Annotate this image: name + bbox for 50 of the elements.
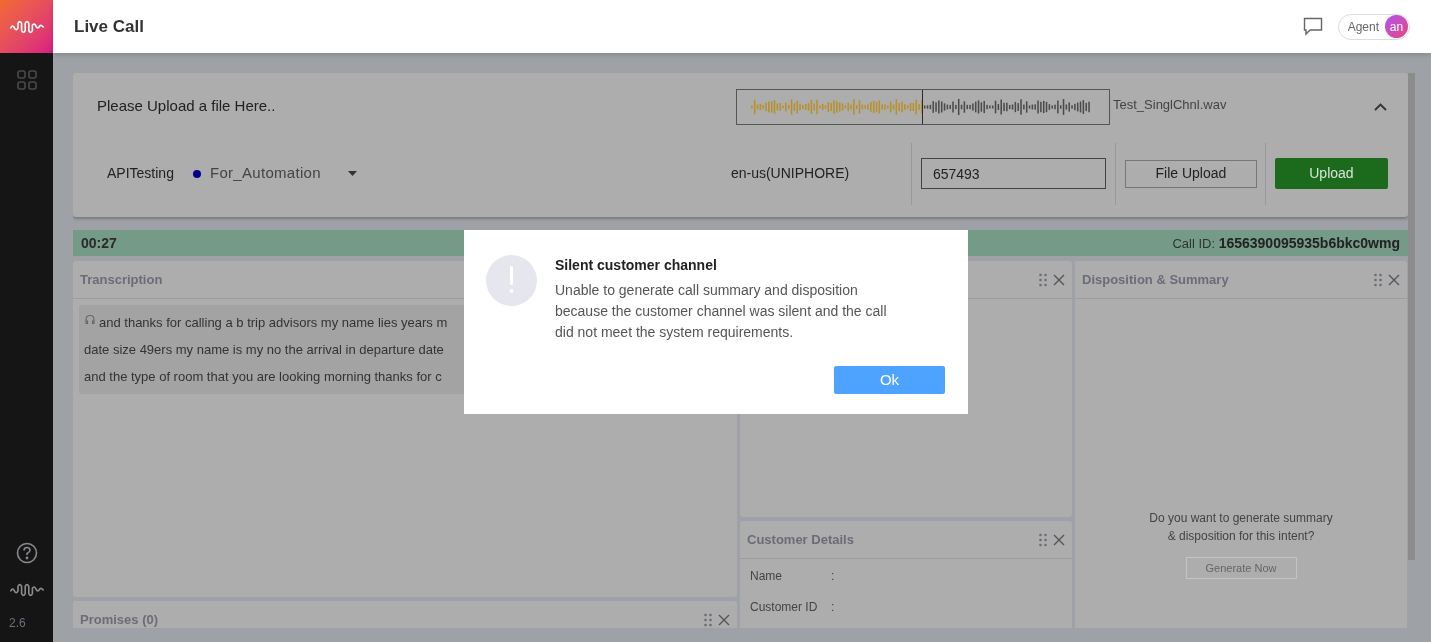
- field-label: Customer ID: [750, 599, 819, 616]
- drag-handle-icon[interactable]: [1039, 532, 1047, 547]
- panel-title: Transcription: [80, 270, 163, 289]
- alert-icon: [486, 255, 537, 306]
- headset-icon: [84, 313, 96, 326]
- workflow-select[interactable]: For_Automation: [192, 162, 357, 185]
- dialog-message: Unable to generate call summary and disposition because the customer channel was silent and the call did not meet the system requirements.: [555, 281, 888, 342]
- call-timer: 00:27: [81, 233, 117, 253]
- chevron-up-icon[interactable]: [1374, 102, 1387, 111]
- call-id: Call ID: 1656390095935b6bkc0wmg: [1172, 233, 1400, 253]
- upload-prompt: Please Upload a file Here..: [97, 96, 277, 117]
- file-upload-button[interactable]: File Upload: [1124, 159, 1257, 188]
- page-title: Live Call: [74, 15, 144, 38]
- disposition-prompt: & disposition for this intent?: [1167, 528, 1315, 545]
- panel-title: Promises (0): [80, 610, 159, 628]
- close-icon[interactable]: [1053, 273, 1065, 286]
- caret-icon: [347, 171, 357, 176]
- grid-icon[interactable]: [16, 70, 37, 90]
- close-icon[interactable]: [1053, 533, 1065, 546]
- dialog-title: Silent customer channel: [555, 256, 718, 274]
- drag-handle-icon[interactable]: [704, 612, 712, 627]
- logo[interactable]: [0, 0, 53, 53]
- field-separator: :: [831, 568, 835, 585]
- avatar: an: [1385, 15, 1408, 38]
- drag-handle-icon[interactable]: [1039, 272, 1047, 287]
- project-label: APITesting: [107, 164, 174, 183]
- transcript-line: and thanks for calling a b trip advisors my name lies years m: [99, 313, 448, 332]
- field-label: Name: [750, 568, 783, 585]
- ok-button[interactable]: Ok: [834, 366, 945, 394]
- close-icon[interactable]: [1388, 273, 1400, 286]
- wave-logo-icon: [8, 582, 45, 598]
- scrollbar[interactable]: [1408, 73, 1415, 560]
- generate-now-button[interactable]: Generate Now: [1185, 557, 1297, 579]
- disposition-prompt: Do you want to generate summary: [1149, 510, 1333, 527]
- panel-title: Customer Details: [747, 530, 854, 549]
- close-icon[interactable]: [718, 613, 730, 626]
- upload-button[interactable]: Upload: [1274, 158, 1388, 189]
- transcript-line: and the type of room that you are looking morning thanks for c: [84, 367, 442, 386]
- file-name: Test_SinglChnl.wav: [1113, 96, 1227, 114]
- version-label: 2.6: [9, 615, 26, 632]
- chat-icon[interactable]: [1302, 17, 1323, 36]
- wave-logo-icon: [8, 18, 45, 35]
- transcript-line: date size 49ers my name is my no the arrival in departure date: [84, 340, 444, 359]
- field-separator: :: [831, 599, 835, 616]
- panel-title: Disposition & Summary: [1082, 270, 1229, 289]
- drag-handle-icon[interactable]: [1374, 272, 1382, 287]
- id-field[interactable]: 657493: [920, 158, 1106, 189]
- help-icon[interactable]: [15, 542, 38, 564]
- language-label: en-us(UNIPHORE): [730, 164, 851, 183]
- waveform[interactable]: [736, 88, 1110, 125]
